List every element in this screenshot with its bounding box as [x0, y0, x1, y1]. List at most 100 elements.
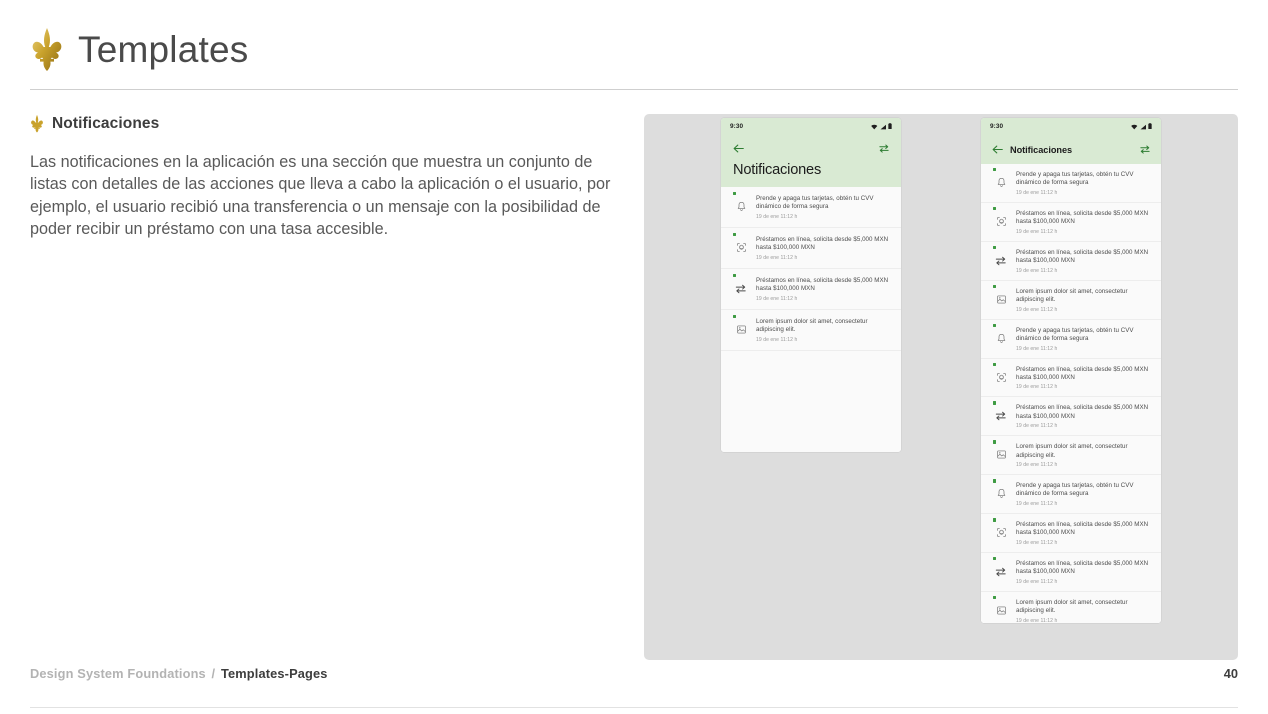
notification-timestamp: 19 de ene 11:12 h — [1016, 462, 1058, 469]
notification-list-item[interactable]: Prende y apaga tus tarjetas, obtén tu CV… — [721, 187, 901, 228]
page-footer: Design System Foundations / Templates-Pa… — [30, 666, 1238, 681]
face-scan-icon — [996, 214, 1007, 232]
notification-list-item[interactable]: Préstamos en línea, solicita desde $5,00… — [981, 553, 1161, 592]
notification-text: Préstamos en línea, solicita desde $5,00… — [756, 276, 889, 293]
notification-timestamp: 19 de ene 11:12 h — [756, 336, 798, 343]
notification-text: Lorem ipsum dolor sit amet, consectetur … — [1016, 287, 1128, 303]
page-header: Templates — [30, 18, 1238, 80]
unread-indicator-dot — [993, 518, 997, 522]
notification-text: Prende y apaga tus tarjetas, obtén tu CV… — [1016, 482, 1134, 498]
phone-a-notification-list[interactable]: Prende y apaga tus tarjetas, obtén tu CV… — [721, 187, 901, 351]
phone-b-header: 9:30 Notificaciones — [981, 118, 1161, 164]
notification-body: Prende y apaga tus tarjetas, obtén tu CV… — [1012, 326, 1152, 352]
unread-indicator-dot — [993, 245, 997, 250]
notification-body: Préstamos en línea, solicita desde $5,00… — [1012, 248, 1152, 274]
page-number: 40 — [1223, 666, 1238, 681]
notification-icon-wrap — [730, 273, 752, 299]
notification-list-item[interactable]: Préstamos en línea, solicita desde $5,00… — [981, 241, 1161, 281]
unread-indicator-dot — [993, 284, 997, 289]
bell-icon — [996, 175, 1007, 193]
notification-list-item[interactable]: Préstamos en línea, solicita desde $5,00… — [981, 202, 1161, 242]
notification-icon-wrap — [990, 440, 1012, 465]
notification-list-item[interactable]: Prende y apaga tus tarjetas, obtén tu CV… — [981, 164, 1161, 203]
swap-icon — [995, 408, 1007, 426]
swap-icon[interactable] — [1140, 145, 1150, 154]
notification-text: Lorem ipsum dolor sit amet, consectetur … — [756, 317, 868, 333]
notification-body: Lorem ipsum dolor sit amet, consectetur … — [1012, 598, 1152, 623]
image-placeholder-icon — [996, 447, 1007, 465]
face-scan-icon — [996, 525, 1007, 543]
notification-list-item[interactable]: Lorem ipsum dolor sit amet, consectetur … — [721, 309, 901, 351]
image-placeholder-icon — [996, 292, 1007, 310]
section-title: Notificaciones — [52, 114, 160, 132]
notification-icon-wrap — [730, 314, 752, 340]
notification-body: Prende y apaga tus tarjetas, obtén tu CV… — [1012, 481, 1152, 507]
notification-timestamp: 19 de ene 11:12 h — [756, 254, 798, 261]
notification-list-item[interactable]: Lorem ipsum dolor sit amet, consectetur … — [981, 280, 1161, 320]
notification-icon-wrap — [990, 479, 1012, 504]
phone-b-notification-list[interactable]: Prende y apaga tus tarjetas, obtén tu CV… — [981, 164, 1161, 623]
swap-icon — [735, 281, 747, 299]
arrow-left-icon[interactable] — [992, 145, 1003, 154]
swap-icon — [995, 564, 1007, 582]
notification-body: Lorem ipsum dolor sit amet, consectetur … — [752, 317, 892, 343]
unread-indicator-dot — [993, 362, 997, 366]
notification-icon-wrap — [990, 518, 1012, 543]
notification-text: Prende y apaga tus tarjetas, obtén tu CV… — [1016, 326, 1134, 342]
bell-icon — [996, 486, 1007, 504]
notification-timestamp: 19 de ene 11:12 h — [1016, 189, 1058, 196]
footer-divider — [30, 707, 1238, 708]
swap-icon[interactable] — [879, 144, 889, 153]
unread-indicator-dot — [733, 232, 737, 237]
battery-icon — [888, 123, 892, 130]
unread-indicator-dot — [993, 401, 997, 405]
notification-icon-wrap — [990, 168, 1012, 193]
notification-timestamp: 19 de ene 11:12 h — [1016, 267, 1058, 274]
unread-indicator-dot — [733, 314, 737, 319]
notification-icon-wrap — [990, 245, 1012, 271]
notification-icon-wrap — [730, 232, 752, 258]
notification-list-item[interactable]: Préstamos en línea, solicita desde $5,00… — [721, 227, 901, 269]
phone-a-empty-area — [721, 350, 901, 452]
breadcrumb-current: Templates-Pages — [220, 666, 328, 681]
wifi-icon — [1131, 124, 1138, 129]
status-time: 9:30 — [730, 123, 744, 130]
notification-icon-wrap — [990, 362, 1012, 388]
notification-text: Préstamos en línea, solicita desde $5,00… — [1016, 365, 1149, 381]
notification-body: Lorem ipsum dolor sit amet, consectetur … — [1012, 442, 1152, 468]
phone-a-header: 9:30 Notificaciones — [721, 118, 901, 187]
unread-indicator-dot — [993, 323, 997, 328]
status-bar: 9:30 — [981, 118, 1161, 135]
phone-b-title: Notificaciones — [1010, 144, 1073, 155]
unread-indicator-dot — [993, 479, 997, 483]
notification-body: Prende y apaga tus tarjetas, obtén tu CV… — [752, 194, 892, 220]
notification-list-item[interactable]: Préstamos en línea, solicita desde $5,00… — [981, 397, 1161, 437]
notification-icon-wrap — [990, 323, 1012, 349]
mockup-showcase-panel: 9:30 Notificaciones Prende y apaga tus t… — [644, 114, 1238, 660]
notification-timestamp: 19 de ene 11:12 h — [1016, 423, 1058, 430]
notification-list-item[interactable]: Lorem ipsum dolor sit amet, consectetur … — [981, 436, 1161, 476]
image-placeholder-icon — [996, 603, 1007, 621]
notification-list-item[interactable]: Lorem ipsum dolor sit amet, consectetur … — [981, 591, 1161, 623]
notification-timestamp: 19 de ene 11:12 h — [756, 213, 798, 220]
notification-list-item[interactable]: Préstamos en línea, solicita desde $5,00… — [981, 358, 1161, 398]
notification-list-item[interactable]: Préstamos en línea, solicita desde $5,00… — [981, 514, 1161, 554]
notification-icon-wrap — [990, 206, 1012, 232]
notification-list-item[interactable]: Prende y apaga tus tarjetas, obtén tu CV… — [981, 319, 1161, 359]
notification-list-item[interactable]: Préstamos en línea, solicita desde $5,00… — [721, 268, 901, 310]
phone-a-appbar: Notificaciones — [721, 135, 901, 187]
unread-indicator-dot — [993, 557, 997, 561]
breadcrumb-separator: / — [211, 666, 216, 681]
section-heading: Notificaciones — [30, 114, 159, 133]
notification-timestamp: 19 de ene 11:12 h — [1016, 501, 1058, 508]
notification-timestamp: 19 de ene 11:12 h — [1016, 540, 1058, 547]
face-scan-icon — [736, 240, 747, 258]
notification-list-item[interactable]: Prende y apaga tus tarjetas, obtén tu CV… — [981, 475, 1161, 515]
phone-mockup-compact-title: 9:30 Notificaciones Prende y apaga tus t… — [981, 118, 1161, 623]
unread-indicator-dot — [993, 440, 997, 444]
header-divider — [30, 89, 1238, 90]
battery-icon — [1148, 123, 1152, 130]
notification-text: Préstamos en línea, solicita desde $5,00… — [756, 235, 889, 252]
page-title: Templates — [78, 28, 249, 70]
arrow-left-icon[interactable] — [733, 144, 744, 153]
